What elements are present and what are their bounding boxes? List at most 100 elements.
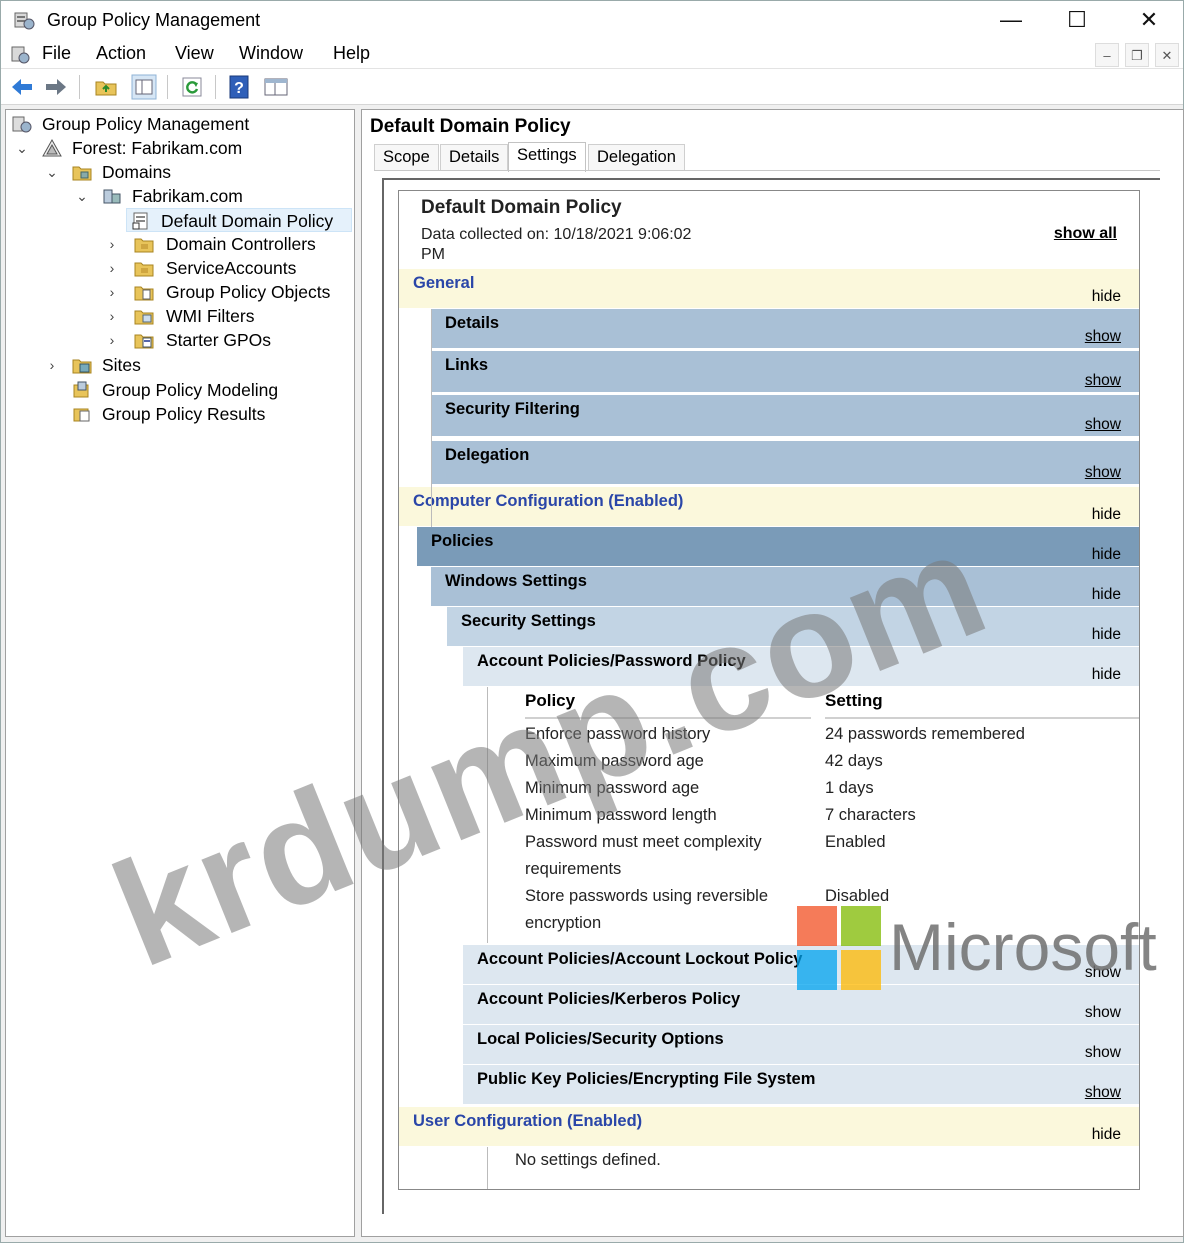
tree-node-domain-controllers[interactable]: › Domain Controllers [10, 232, 340, 256]
show-link[interactable]: show [1085, 1044, 1121, 1062]
tree-node-service-accounts[interactable]: › ServiceAccounts [10, 256, 340, 280]
hide-link[interactable]: hide [1092, 506, 1121, 524]
section-user-configuration[interactable]: User Configuration (Enabled) hide [399, 1107, 1139, 1147]
policy-name: Store passwords using reversible [525, 887, 769, 905]
wmi-folder-icon [134, 310, 154, 325]
domains-folder-icon [72, 166, 92, 181]
tree-node-domains[interactable]: ⌄ Domains [10, 160, 340, 184]
tab-details[interactable]: Details [440, 144, 509, 170]
menu-help[interactable]: Help [333, 43, 370, 64]
section-delegation[interactable]: Delegation show [431, 441, 1139, 485]
console-menu-icon[interactable] [9, 43, 31, 65]
hide-link[interactable]: hide [1092, 1126, 1121, 1144]
minimize-button[interactable]: — [981, 1, 1041, 39]
show-link[interactable]: show [1085, 416, 1121, 434]
section-computer-configuration[interactable]: Computer Configuration (Enabled) hide [399, 487, 1139, 527]
tree-node-sites[interactable]: › Sites [10, 353, 340, 377]
gpo-folder-icon [134, 286, 154, 301]
chevron-right-icon[interactable]: › [104, 232, 120, 256]
show-link[interactable]: show [1085, 1084, 1121, 1102]
refresh-icon[interactable] [179, 74, 205, 100]
hide-link[interactable]: hide [1092, 288, 1121, 306]
chevron-down-icon[interactable]: ⌄ [74, 184, 90, 208]
forest-icon [42, 139, 62, 157]
menu-bar: File Action View Window Help – ❐ ✕ [1, 39, 1183, 69]
section-title: Account Policies/Account Lockout Policy [477, 950, 803, 968]
section-general[interactable]: General hide [399, 269, 1139, 309]
section-title: Computer Configuration (Enabled) [413, 492, 684, 510]
report-date-line1: Data collected on: 10/18/2021 9:06:02 [421, 226, 692, 243]
toolbar: ? [1, 69, 1183, 105]
tree-node-group-policy-objects[interactable]: › Group Policy Objects [10, 280, 340, 304]
show-all-link[interactable]: show all [1054, 225, 1117, 243]
menu-view[interactable]: View [175, 43, 214, 64]
policy-name-cont: encryption [525, 914, 602, 932]
tab-delegation[interactable]: Delegation [588, 144, 685, 170]
chevron-right-icon[interactable]: › [104, 304, 120, 328]
menu-action[interactable]: Action [96, 43, 146, 64]
chevron-right-icon[interactable]: › [104, 256, 120, 280]
tree-node-gpm-root[interactable]: Group Policy Management [10, 112, 340, 136]
section-title: Security Settings [461, 612, 596, 630]
tree-node-gp-modeling[interactable]: Group Policy Modeling [10, 378, 340, 402]
tab-settings[interactable]: Settings [508, 142, 586, 172]
mdi-close-button[interactable]: ✕ [1155, 43, 1179, 67]
tab-scope[interactable]: Scope [374, 144, 439, 170]
policy-setting: Enabled [825, 833, 886, 851]
hide-link[interactable]: hide [1092, 626, 1121, 644]
chevron-down-icon[interactable]: ⌄ [44, 160, 60, 184]
properties-icon[interactable] [263, 74, 289, 100]
tree-node-wmi-filters[interactable]: › WMI Filters [10, 304, 340, 328]
console-tree: Group Policy Management ⌄ Forest: Fabrik… [5, 109, 355, 1237]
mdi-restore-button[interactable]: ❐ [1125, 43, 1149, 67]
help-icon[interactable]: ? [227, 74, 253, 100]
tree-label: Group Policy Objects [166, 282, 331, 302]
section-local-policies[interactable]: Local Policies/Security Options show [463, 1025, 1139, 1065]
section-title: Account Policies/Kerberos Policy [477, 990, 741, 1008]
hide-link[interactable]: hide [1092, 586, 1121, 604]
mdi-minimize-button[interactable]: – [1095, 43, 1119, 67]
section-links[interactable]: Links show [431, 351, 1139, 393]
chevron-right-icon[interactable]: › [104, 328, 120, 352]
tree-label: WMI Filters [166, 306, 255, 326]
menu-window[interactable]: Window [239, 43, 303, 64]
tree-node-starter-gpos[interactable]: › Starter GPOs [10, 328, 340, 352]
show-link[interactable]: show [1085, 464, 1121, 482]
tree-node-gp-results[interactable]: Group Policy Results [10, 402, 340, 426]
tree-node-domain[interactable]: ⌄ Fabrikam.com [10, 184, 340, 208]
show-hide-tree-icon[interactable] [131, 74, 157, 100]
tree-node-forest[interactable]: ⌄ Forest: Fabrikam.com [10, 136, 340, 160]
section-title: Details [445, 314, 500, 332]
show-link[interactable]: show [1085, 1004, 1121, 1022]
menu-file[interactable]: File [42, 43, 71, 64]
tree-node-default-domain-policy[interactable]: Default Domain Policy [126, 208, 352, 232]
tree-label: Forest: Fabrikam.com [72, 138, 243, 158]
close-button[interactable]: ✕ [1119, 1, 1179, 39]
svg-text:?: ? [234, 80, 244, 97]
tree-label: Starter GPOs [166, 330, 272, 350]
section-public-key-policies[interactable]: Public Key Policies/Encrypting File Syst… [463, 1065, 1139, 1105]
chevron-right-icon[interactable]: › [44, 353, 60, 377]
hide-link[interactable]: hide [1092, 666, 1121, 684]
section-details[interactable]: Details show [431, 309, 1139, 349]
up-folder-icon[interactable] [93, 74, 119, 100]
hide-link[interactable]: hide [1092, 546, 1121, 564]
show-link[interactable]: show [1085, 372, 1121, 390]
section-security-filtering[interactable]: Security Filtering show [431, 395, 1139, 437]
maximize-button[interactable]: ☐ [1047, 1, 1107, 39]
report-title: Default Domain Policy [421, 197, 622, 218]
chevron-down-icon[interactable]: ⌄ [14, 136, 30, 160]
results-icon [73, 408, 90, 422]
microsoft-logo-icon [797, 906, 883, 992]
forward-icon[interactable] [43, 74, 69, 100]
section-policies[interactable]: Policies hide [417, 527, 1139, 567]
ou-folder-icon [134, 238, 154, 253]
policy-setting: 24 passwords remembered [825, 725, 1025, 743]
chevron-right-icon[interactable]: › [104, 280, 120, 304]
policy-setting: 1 days [825, 779, 874, 797]
title-bar: Group Policy Management — ☐ ✕ [1, 1, 1183, 39]
show-link[interactable]: show [1085, 328, 1121, 346]
back-icon[interactable] [9, 74, 35, 100]
section-title: Local Policies/Security Options [477, 1030, 724, 1048]
section-title: Security Filtering [445, 400, 580, 418]
